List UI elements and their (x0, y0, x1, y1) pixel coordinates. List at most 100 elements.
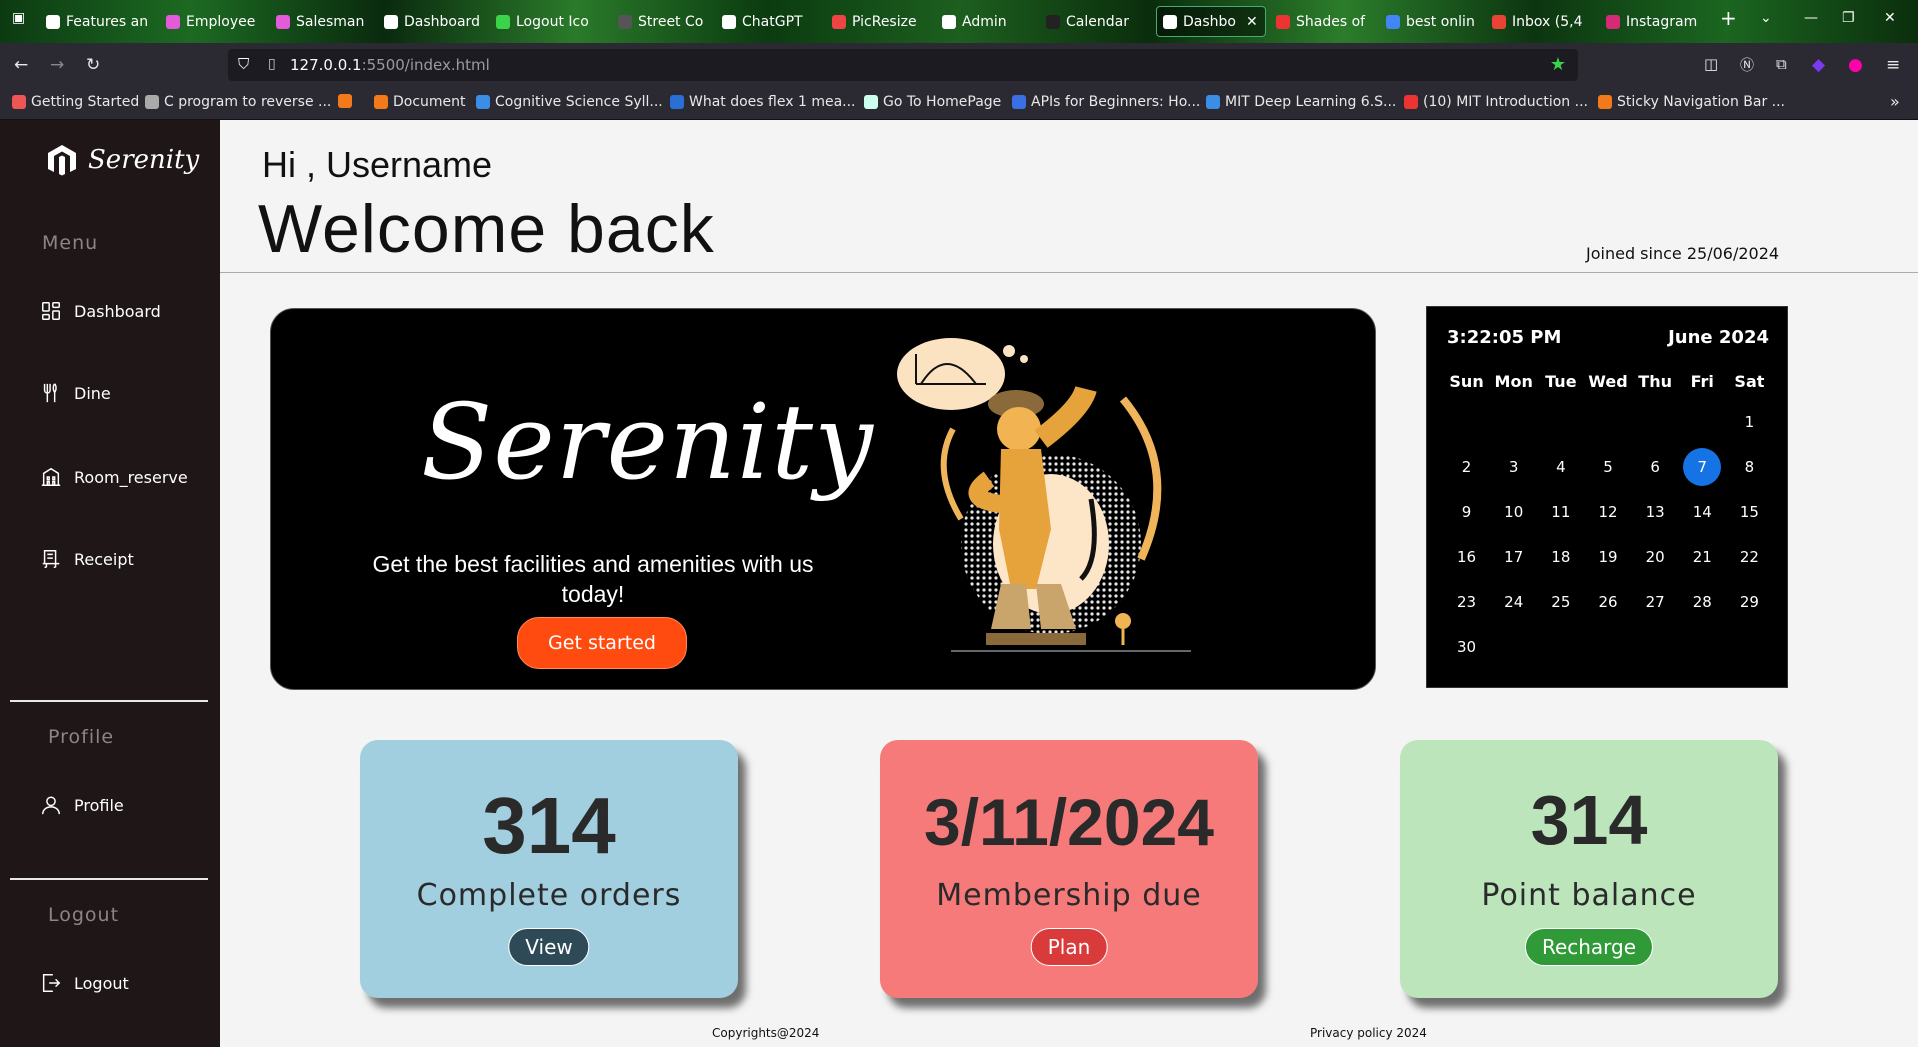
pocket-icon[interactable]: ◫ (1704, 55, 1718, 73)
calendar-day[interactable]: 21 (1679, 534, 1726, 579)
tab-close-icon[interactable]: ✕ (1246, 14, 1258, 30)
calendar-day[interactable]: 18 (1537, 534, 1584, 579)
reload-icon[interactable]: ↻ (86, 55, 100, 75)
browser-tab[interactable]: Shades of (1270, 6, 1378, 37)
logout-label: Logout (48, 904, 120, 926)
sidebar-item-logout[interactable]: Logout (40, 972, 129, 994)
bookmark-item[interactable]: Cognitive Science Syll... (476, 94, 663, 110)
new-tab-icon[interactable]: + (1720, 6, 1737, 30)
logo-icon (48, 145, 76, 176)
footer-privacy-link[interactable]: Privacy policy 2024 (1310, 1026, 1427, 1040)
calendar-day-number: 9 (1461, 502, 1472, 521)
calendar-day[interactable]: 24 (1490, 579, 1537, 624)
calendar-day[interactable]: 30 (1443, 624, 1490, 669)
calendar-day[interactable]: 1 (1726, 399, 1773, 444)
get-started-button[interactable]: Get started (517, 617, 687, 669)
calendar-day[interactable]: 15 (1726, 489, 1773, 534)
browser-tab[interactable]: Dashboard (378, 6, 486, 37)
calendar-day[interactable]: 25 (1537, 579, 1584, 624)
calendar-day[interactable]: 2 (1443, 444, 1490, 489)
sidebar-logo[interactable]: Serenity (44, 142, 199, 178)
browser-tab[interactable]: Calendar (1040, 6, 1148, 37)
calendar-empty-cell (1632, 399, 1679, 444)
browser-tab[interactable]: Street Co (612, 6, 720, 37)
browser-tab[interactable]: PicResize (826, 6, 934, 37)
tab-label: Salesman (296, 13, 365, 30)
minimize-icon[interactable]: — (1804, 10, 1818, 26)
bookmark-favicon-icon (145, 95, 159, 109)
bookmark-favicon-icon (1012, 95, 1026, 109)
footer-copyright: Copyrights@2024 (712, 1026, 820, 1040)
calendar-day[interactable]: 20 (1632, 534, 1679, 579)
calendar-day[interactable]: 22 (1726, 534, 1773, 579)
more-bookmarks-icon[interactable]: » (1890, 92, 1900, 111)
calendar-day[interactable]: 5 (1584, 444, 1631, 489)
sidebar-item-dashboard[interactable]: Dashboard (40, 300, 161, 322)
bookmark-item[interactable]: Go To HomePage (864, 94, 1001, 110)
bookmark-item[interactable]: MIT Deep Learning 6.S... (1206, 94, 1396, 110)
browser-tab[interactable]: Employee (160, 6, 268, 37)
calendar-today[interactable]: 7 (1679, 444, 1726, 489)
calendar-day[interactable]: 29 (1726, 579, 1773, 624)
bookmark-item[interactable]: (10) MIT Introduction ... (1404, 94, 1588, 110)
recharge-button[interactable]: Recharge (1524, 928, 1654, 966)
calendar-day[interactable]: 6 (1632, 444, 1679, 489)
tab-list-icon[interactable]: ⌄ (1760, 10, 1772, 26)
greeting: Hi , Username (262, 144, 493, 185)
restore-icon[interactable]: ❐ (1842, 10, 1855, 26)
account-icon[interactable]: ● (1848, 55, 1863, 75)
bookmark-label: Go To HomePage (883, 94, 1002, 110)
calendar-day[interactable]: 19 (1584, 534, 1631, 579)
calendar-day[interactable]: 12 (1584, 489, 1631, 534)
calendar-day[interactable]: 10 (1490, 489, 1537, 534)
browser-tab[interactable]: Dashbo ✕ (1156, 6, 1266, 37)
receipt-icon (42, 550, 60, 568)
sidebar-item-room-reserve[interactable]: Room_reserve (40, 466, 188, 488)
bookmark-item[interactable]: Sticky Navigation Bar ... (1598, 94, 1785, 110)
back-icon[interactable]: ← (14, 55, 28, 75)
calendar-day[interactable]: 16 (1443, 534, 1490, 579)
browser-tab[interactable]: Logout Ico (490, 6, 598, 37)
menu-icon[interactable]: ≡ (1886, 55, 1900, 75)
extension-gem-icon[interactable]: ◆ (1812, 55, 1825, 75)
browser-tab[interactable]: Features and (40, 6, 148, 37)
bookmark-item[interactable]: What does flex 1 mea... (670, 94, 856, 110)
browser-tab[interactable]: best onlin (1380, 6, 1488, 37)
calendar-day[interactable]: 4 (1537, 444, 1584, 489)
calendar-day[interactable]: 27 (1632, 579, 1679, 624)
calendar-day[interactable]: 23 (1443, 579, 1490, 624)
calendar-day[interactable]: 3 (1490, 444, 1537, 489)
window-menu-icon[interactable]: ▣ (12, 10, 25, 26)
bookmark-item[interactable] (338, 94, 357, 108)
browser-tab[interactable]: Admin (936, 6, 1044, 37)
sidebar-item-receipt[interactable]: Receipt (40, 548, 134, 570)
browser-tab[interactable]: Instagram (1600, 6, 1708, 37)
tab-favicon-icon (1606, 14, 1620, 29)
browser-tab[interactable]: ChatGPT (716, 6, 824, 37)
logout-icon (42, 974, 61, 992)
calendar-day[interactable]: 9 (1443, 489, 1490, 534)
browser-tab[interactable]: Inbox (5,4 (1486, 6, 1594, 37)
url-bar[interactable]: ⛉ ▯ 127.0.0.1:5500/index.html ★ (228, 49, 1578, 81)
close-window-icon[interactable]: ✕ (1884, 10, 1896, 26)
calendar-day[interactable]: 26 (1584, 579, 1631, 624)
calendar-day[interactable]: 8 (1726, 444, 1773, 489)
view-button[interactable]: View (508, 928, 590, 966)
bookmark-item[interactable]: Getting Started (12, 94, 139, 110)
calendar-day[interactable]: 13 (1632, 489, 1679, 534)
browser-tab[interactable]: Salesman (270, 6, 378, 37)
sidebar-item-dine[interactable]: Dine (40, 382, 111, 404)
extensions-icon[interactable]: ⧉ (1776, 55, 1787, 73)
bookmark-item[interactable]: C program to reverse ... (145, 94, 331, 110)
forward-icon[interactable]: → (50, 55, 64, 75)
calendar-day[interactable]: 14 (1679, 489, 1726, 534)
sidebar-item-profile[interactable]: Profile (40, 794, 124, 816)
calendar-day[interactable]: 17 (1490, 534, 1537, 579)
plan-button[interactable]: Plan (1030, 928, 1108, 966)
calendar-day[interactable]: 11 (1537, 489, 1584, 534)
bookmark-item[interactable]: APIs for Beginners: Ho... (1012, 94, 1200, 110)
bookmark-item[interactable]: Document (374, 94, 466, 110)
calendar-day[interactable]: 28 (1679, 579, 1726, 624)
bookmark-star-icon[interactable]: ★ (1550, 54, 1566, 75)
extension-n-icon[interactable]: Ⓝ (1740, 55, 1754, 75)
